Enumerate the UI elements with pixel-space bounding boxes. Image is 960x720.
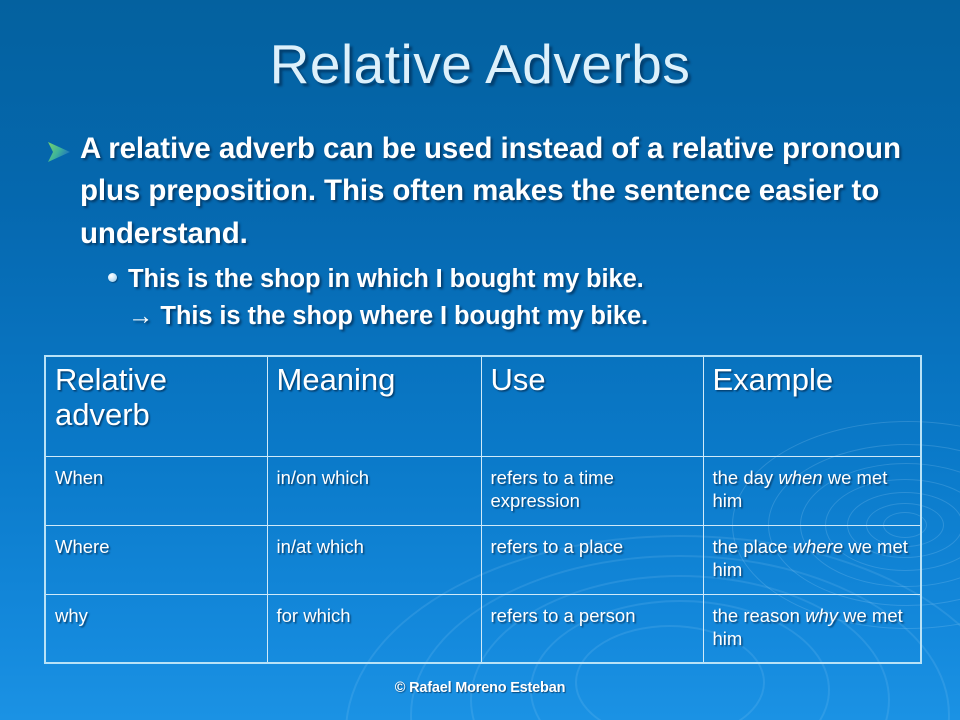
dot-bullet-icon <box>108 261 128 283</box>
copyright-footer: © Rafael Moreno Esteban <box>394 680 566 696</box>
bullet-content: A relative adverb can be used instead of… <box>46 128 926 334</box>
cell-adverb: Where <box>44 524 268 595</box>
transformation-result-text: → This is the shop where I bought my bik… <box>128 301 649 330</box>
column-header-example: Example <box>702 355 922 457</box>
page-title: Relative Adverbs <box>269 33 691 95</box>
column-header-meaning: Meaning <box>266 355 482 457</box>
sub-bullet-list: This is the shop in which I bought my bi… <box>108 261 926 333</box>
example-keyword: why <box>805 604 838 626</box>
sub-bullet-text: This is the shop in which I bought my bi… <box>128 265 644 294</box>
sub-bullet-row: This is the shop in which I bought my bi… <box>108 261 926 297</box>
relative-adverbs-table: Relative adverb Meaning Use Example When… <box>44 355 922 664</box>
table-header-row: Relative adverb Meaning Use Example <box>44 355 922 457</box>
cell-example: the day when we met him <box>702 455 922 526</box>
table-row: Where in/at which refers to a place the … <box>44 524 922 595</box>
main-bullet-row: A relative adverb can be used instead of… <box>46 128 926 255</box>
table-row: why for which refers to a person the rea… <box>44 593 922 664</box>
main-bullet-text: A relative adverb can be used instead of… <box>80 132 901 250</box>
example-prefix: the reason <box>712 604 806 626</box>
cell-adverb: why <box>44 593 268 664</box>
column-header-relative-adverb: Relative adverb <box>44 355 268 457</box>
cell-meaning: in/at which <box>266 524 482 595</box>
slide-canvas: Relative Adverbs A relative adverb can b… <box>0 0 960 720</box>
column-header-use: Use <box>480 355 704 457</box>
arrow-bullet-icon <box>46 128 74 163</box>
cell-use: refers to a person <box>480 593 704 664</box>
example-keyword: where <box>792 535 844 557</box>
example-prefix: the day <box>712 466 779 488</box>
cell-example: the place where we met him <box>702 524 922 595</box>
cell-use: refers to a place <box>480 524 704 595</box>
cell-example: the reason why we met him <box>702 593 922 664</box>
cell-meaning: for which <box>266 593 482 664</box>
cell-adverb: When <box>44 455 268 526</box>
example-prefix: the place <box>712 535 793 557</box>
cell-meaning: in/on which <box>266 455 482 526</box>
example-keyword: when <box>778 466 823 488</box>
table-row: When in/on which refers to a time expres… <box>44 455 922 526</box>
cell-use: refers to a time expression <box>480 455 704 526</box>
